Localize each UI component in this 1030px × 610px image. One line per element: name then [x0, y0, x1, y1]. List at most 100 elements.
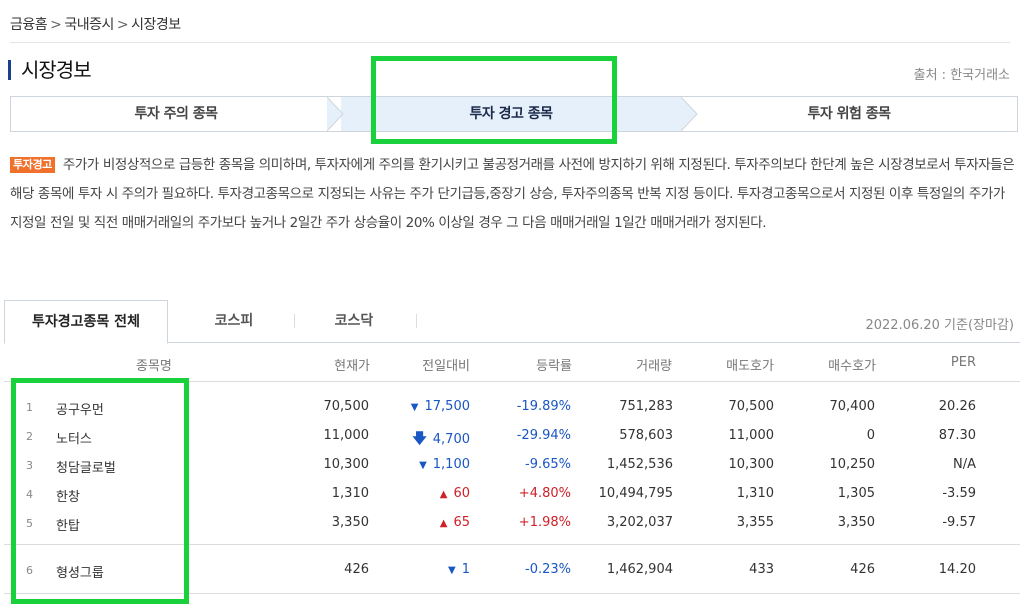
step-caution[interactable]: 투자 주의 종목: [11, 97, 341, 131]
bid-price: 1,305: [837, 486, 875, 501]
ask-price: 70,500: [728, 399, 775, 414]
change-value: 🡇 4,700: [412, 431, 470, 447]
breadcrumb-domestic[interactable]: 국내증시: [64, 14, 114, 34]
table-header: 종목명 현재가 전일대비 등락률 거래량 매도호가 매수호가 PER: [4, 343, 1020, 382]
volume: 578,603: [619, 428, 673, 443]
volume: 751,283: [619, 399, 673, 414]
volume: 10,494,795: [598, 486, 673, 501]
ask-price: 1,310: [736, 486, 774, 501]
bid-price: 70,400: [829, 399, 876, 414]
step-warning[interactable]: 투자 경고 종목: [341, 97, 681, 131]
ask-price: 433: [749, 562, 774, 577]
bid-price: 426: [850, 562, 875, 577]
chevron-right-icon: >: [50, 17, 62, 33]
description: 투자경고 주가가 비정상적으로 급등한 종목을 의미하며, 투자자에게 주의를 환…: [10, 151, 1018, 238]
table-row: 4 한창 1,310 ▲ 60 +4.80% 10,494,795 1,310 1…: [4, 480, 1020, 508]
page-title: 시장경보: [8, 60, 92, 80]
per-value: 20.26: [938, 399, 976, 414]
breadcrumb-home[interactable]: 금융홈: [10, 14, 48, 34]
stock-name[interactable]: 공구우먼: [56, 399, 104, 418]
volume: 3,202,037: [606, 515, 673, 530]
tab-divider: [294, 314, 295, 328]
col-ask: 매도호가: [726, 359, 774, 374]
current-price: 426: [344, 562, 369, 577]
market-tabs: 투자경고종목 전체 코스피 코스닥 2022.06.20 기준(장마감): [4, 300, 1020, 344]
per-value: -3.59: [942, 486, 976, 501]
col-bid: 매수호가: [828, 359, 876, 374]
per-value: 87.30: [938, 428, 976, 443]
current-price: 1,310: [331, 486, 369, 501]
col-volume: 거래량: [636, 359, 672, 374]
divider: [10, 42, 1010, 43]
row-number: 4: [26, 488, 33, 501]
change-value: ▼ 1,100: [419, 457, 470, 472]
table-row: 2 노터스 11,000 🡇 4,700 -29.94% 578,603 11,0…: [4, 422, 1020, 450]
per-value: N/A: [953, 457, 976, 472]
col-rate: 등락률: [536, 359, 572, 374]
divider: [4, 544, 1020, 545]
stock-name[interactable]: 청담글로벌: [56, 457, 116, 476]
col-price: 현재가: [334, 359, 370, 374]
ask-price: 11,000: [728, 428, 775, 443]
change-rate: +1.98%: [518, 515, 571, 530]
change-value: ▲ 65: [439, 515, 470, 530]
step-arrow-icon: [327, 97, 344, 131]
source-label: 출처 : 한국거래소: [913, 68, 1010, 83]
ask-price: 10,300: [728, 457, 775, 472]
current-price: 70,500: [323, 399, 370, 414]
row-number: 3: [26, 459, 33, 472]
description-text: 주가가 비정상적으로 급등한 종목을 의미하며, 투자자에게 주의를 환기시키고…: [10, 157, 1015, 231]
warning-level-steps: 투자 주의 종목 투자 경고 종목 투자 위험 종목: [10, 96, 1018, 132]
tab-divider: [416, 314, 417, 328]
col-per: PER: [950, 355, 976, 370]
bid-price: 0: [866, 428, 875, 443]
warning-tag: 투자경고: [10, 157, 55, 173]
chevron-right-icon: >: [116, 17, 129, 33]
volume: 1,462,904: [606, 562, 673, 577]
current-price: 3,350: [331, 515, 369, 530]
down-triangle-icon: ▼: [448, 565, 456, 576]
col-change: 전일대비: [422, 359, 470, 374]
table-row: 6 형셩그룹 426 ▼ 1 -0.23% 1,462,904 433 426 1…: [4, 556, 1020, 584]
bid-price: 10,250: [829, 457, 876, 472]
stock-name[interactable]: 형셩그룹: [56, 562, 104, 581]
change-value: ▼ 1: [448, 562, 470, 577]
down-triangle-icon: ▼: [410, 402, 419, 413]
down-triangle-icon: ▼: [419, 460, 427, 471]
volume: 1,452,536: [606, 457, 673, 472]
change-rate: +4.80%: [518, 486, 571, 501]
step-danger[interactable]: 투자 위험 종목: [681, 97, 1017, 131]
tab-kosdaq[interactable]: 코스닥: [314, 300, 394, 342]
stock-name[interactable]: 노터스: [56, 428, 92, 447]
change-rate: -0.23%: [525, 562, 571, 577]
change-rate: -29.94%: [516, 428, 571, 443]
limit-down-arrow-icon: 🡇: [412, 431, 427, 447]
current-price: 10,300: [323, 457, 370, 472]
row-number: 6: [26, 564, 33, 577]
change-rate: -19.89%: [516, 399, 571, 414]
change-rate: -9.65%: [525, 457, 571, 472]
row-number: 5: [26, 517, 33, 530]
per-value: 14.20: [938, 562, 976, 577]
divider: [4, 593, 1020, 594]
tab-all[interactable]: 투자경고종목 전체: [4, 300, 168, 344]
stock-name[interactable]: 한창: [56, 486, 80, 505]
change-value: ▲ 60: [439, 486, 470, 501]
col-name: 종목명: [136, 359, 172, 374]
row-number: 1: [26, 401, 33, 414]
table-row: 5 한탑 3,350 ▲ 65 +1.98% 3,202,037 3,355 3,…: [4, 509, 1020, 537]
change-value: ▼ 17,500: [410, 399, 470, 414]
table-row: 3 청담글로벌 10,300 ▼ 1,100 -9.65% 1,452,536 1…: [4, 451, 1020, 479]
breadcrumb-current: 시장경보: [131, 17, 181, 33]
stock-name[interactable]: 한탑: [56, 515, 80, 534]
step-arrow-icon: [681, 97, 698, 131]
per-value: -9.57: [942, 515, 976, 530]
row-number: 2: [26, 430, 33, 443]
date-label: 2022.06.20 기준(장마감): [865, 318, 1014, 333]
tab-kospi[interactable]: 코스피: [194, 300, 274, 342]
up-triangle-icon: ▲: [439, 518, 448, 529]
bid-price: 3,350: [837, 515, 875, 530]
table-row: 1 공구우먼 70,500 ▼ 17,500 -19.89% 751,283 70…: [4, 393, 1020, 421]
current-price: 11,000: [323, 428, 370, 443]
ask-price: 3,355: [736, 515, 774, 530]
